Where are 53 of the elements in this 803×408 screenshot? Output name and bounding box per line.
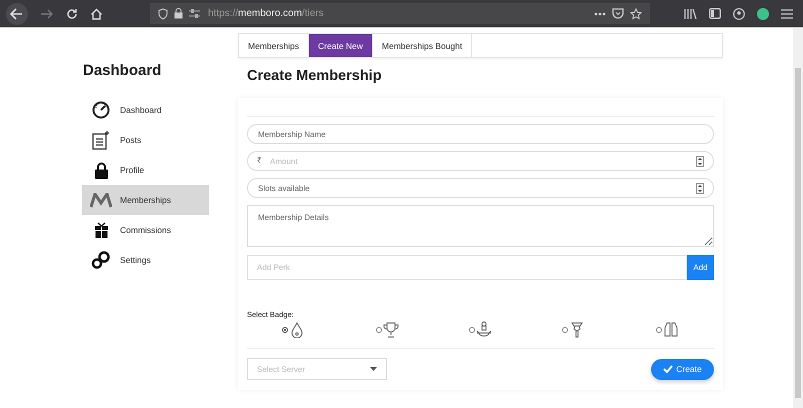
gears-icon [91,251,111,269]
tab[interactable]: Create New [309,34,373,57]
radio-button[interactable] [656,326,662,332]
reload-icon[interactable] [66,8,78,20]
pocket-icon[interactable] [612,8,624,19]
lock-icon [174,8,183,19]
sidebar-icon[interactable] [709,8,721,19]
tab[interactable]: Memberships Bought [372,34,472,57]
more-icon[interactable] [594,12,606,16]
document-icon [92,130,110,150]
address-bar[interactable]: https://memboro.com/tiers [150,3,650,24]
gauge-icon [92,101,110,119]
back-icon[interactable] [6,2,28,24]
radio-button[interactable] [282,326,288,332]
sidebar-item[interactable]: Settings [82,245,209,275]
currency-symbol: ₹ [257,156,262,166]
create-button[interactable]: Create [651,358,714,380]
sidebar-item[interactable]: Dashboard [82,95,209,125]
check-icon [663,365,674,373]
binoculars-icon [662,321,679,338]
slots-field[interactable]: Slots available [247,178,714,198]
gift-icon [94,222,108,238]
trophy-icon [382,321,399,338]
spinner-icon[interactable] [696,183,704,194]
letter-m-icon [90,192,112,208]
sidebar-item[interactable]: Posts [82,125,209,155]
perk-field[interactable]: Add Perk [247,255,687,280]
sidebar-title: Dashboard [83,62,162,79]
sidebar-item[interactable]: Profile [82,155,209,185]
sidebar-item[interactable]: Commissions [82,215,209,245]
radio-button[interactable] [468,326,475,332]
menu-icon[interactable] [781,8,793,18]
radio-button[interactable] [376,326,382,332]
add-button[interactable]: Add [687,255,714,280]
library-icon[interactable] [684,8,697,19]
sliders-icon [189,9,200,18]
spinner-icon[interactable] [696,156,704,167]
padlock-icon [94,162,108,178]
drop-icon [289,321,306,338]
details-field[interactable]: Membership Details [247,205,714,247]
url-text: https://memboro.com/tiers [208,8,324,19]
home-icon[interactable] [90,8,103,20]
name-field[interactable]: Membership Name [247,124,714,144]
sidebar-item[interactable]: Memberships [82,185,209,215]
scrollbar[interactable] [793,28,803,408]
extension-icon[interactable] [757,8,769,20]
forward-icon[interactable] [40,8,54,20]
star-icon[interactable] [630,8,642,20]
account-icon[interactable] [733,8,745,20]
page-heading: Create Membership [247,68,383,86]
radio-button[interactable] [562,326,568,332]
shield-icon [158,8,168,20]
caret-icon [370,367,377,371]
